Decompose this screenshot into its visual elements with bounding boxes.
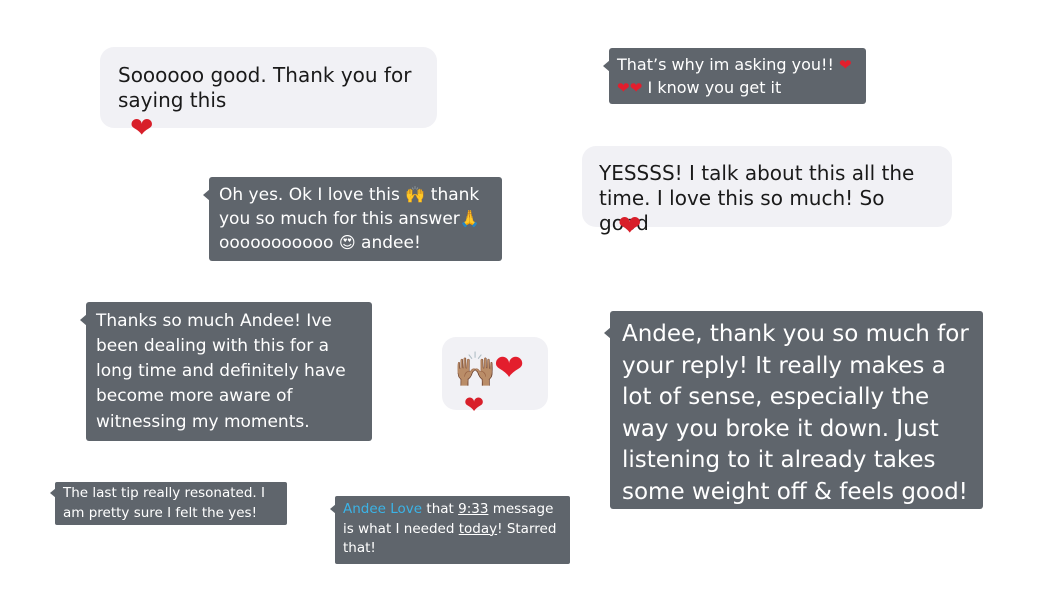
message-text: Soooooo good. Thank you for saying this <box>118 63 412 112</box>
bubble-tail <box>603 60 610 72</box>
message-bubble-2: That’s why im asking you!! ❤ ❤❤ I know y… <box>603 48 866 104</box>
message-bubble-7: Andee, thank you so much for your reply!… <box>604 311 983 509</box>
bubble-tail <box>604 327 611 339</box>
bubble-tail <box>80 314 87 326</box>
heart-icon: ❤ <box>494 348 525 389</box>
message-bubble-9: Andee Love that 9:33 message is what I n… <box>330 496 570 564</box>
bubble-tail <box>203 189 210 201</box>
message-text-part1: Oh yes. Ok I love this <box>219 185 406 205</box>
message-text-part4: andee! <box>355 233 421 254</box>
raising-hands-icon: 🙌🏽 <box>454 350 497 390</box>
message-text-line2: I know you get it <box>642 78 782 98</box>
hearts-icon: ❤❤ <box>617 79 643 98</box>
mention-name[interactable]: Andee Love <box>343 501 422 517</box>
message-bubble-8: The last tip really resonated. I am pret… <box>50 482 287 525</box>
message-text: The last tip really resonated. I am pret… <box>63 485 265 521</box>
message-bubble-5: Thanks so much Andee! Ive been dealing w… <box>80 302 372 441</box>
heart-reaction-icon: ❤ <box>130 111 154 144</box>
message-bubble-6: 🙌🏽 ❤ <box>442 337 548 410</box>
heart-reaction-icon: ❤ <box>618 209 642 242</box>
message-text-part1: that <box>422 501 459 517</box>
raising-hands-icon: 🙌 <box>405 185 426 204</box>
message-text: Andee, thank you so much for your reply!… <box>622 321 969 505</box>
bubble-tail <box>50 488 56 498</box>
timestamp-link[interactable]: 9:33 <box>458 501 488 517</box>
folded-hands-icon: 🙏 <box>459 209 480 229</box>
bubble-tail <box>330 504 336 514</box>
message-bubble-4: Oh yes. Ok I love this 🙌 thank you so mu… <box>203 177 502 261</box>
message-text-line1: That’s why im asking you!! <box>617 55 839 74</box>
heart-icon: ❤ <box>838 56 852 74</box>
heart-reaction-icon: ❤ <box>464 391 485 419</box>
message-text: YESSSS! I talk about this all the time. … <box>599 161 915 235</box>
message-text-part3: ooooooooooo <box>219 233 339 254</box>
message-text: Thanks so much Andee! Ive been dealing w… <box>96 311 346 432</box>
today-link[interactable]: today <box>459 521 497 537</box>
heart-eyes-icon: 😍 <box>338 233 356 253</box>
